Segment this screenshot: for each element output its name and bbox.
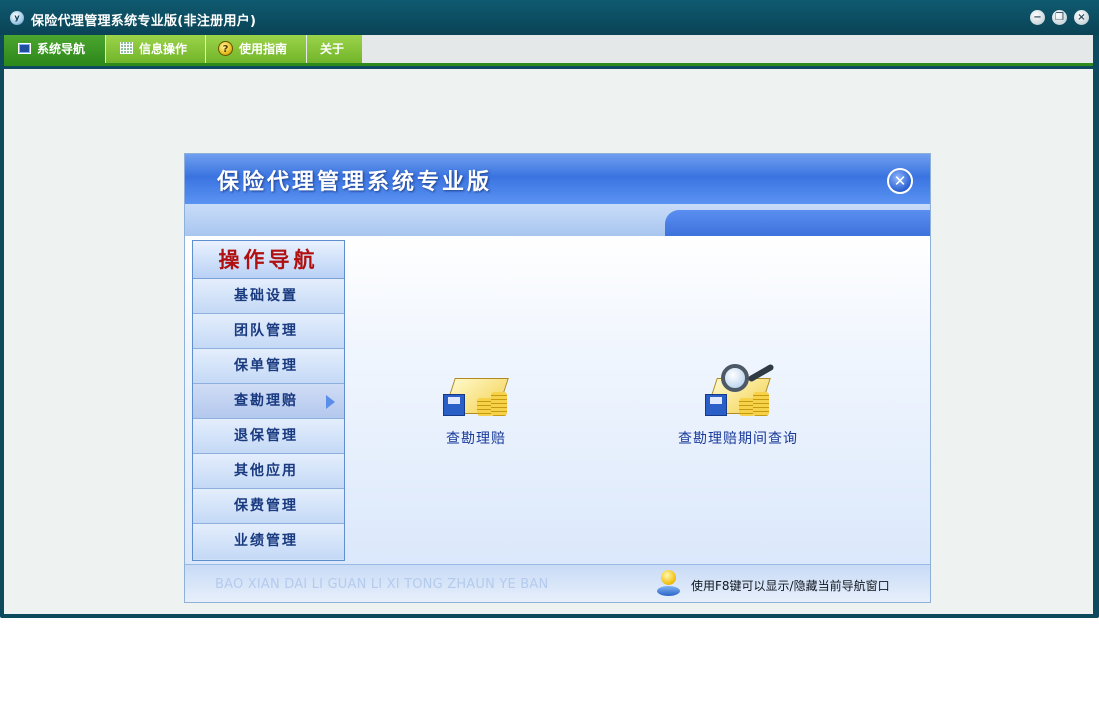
feature-claims[interactable]: 查勘理赔: [441, 364, 511, 448]
restore-button[interactable]: ❐: [1052, 10, 1067, 25]
help-icon: ?: [218, 40, 233, 56]
tab-info-operations[interactable]: 信息操作: [106, 35, 205, 63]
close-window-button[interactable]: ×: [1074, 10, 1089, 25]
grid-icon: [120, 42, 133, 54]
feature-label: 查勘理赔: [446, 431, 506, 447]
minimize-button[interactable]: −: [1030, 10, 1045, 25]
tab-label: 系统导航: [37, 42, 86, 56]
nav-item-surrender-management[interactable]: 退保管理: [193, 419, 344, 454]
nav-item-basic-settings[interactable]: 基础设置: [193, 279, 344, 314]
panel-body: 操作导航 基础设置 团队管理 保单管理 查勘理赔 退保管理 其他应用 保费管理 …: [185, 236, 930, 564]
footer-pinyin-watermark: BAO XIAN DAI LI GUAN LI XI TONG ZHAUN YE…: [215, 577, 549, 592]
panel-header: 保险代理管理系统专业版 ✕: [185, 154, 930, 204]
tab-label: 关于: [320, 42, 345, 56]
feature-label: 查勘理赔期间查询: [678, 431, 798, 447]
nav-item-performance-management[interactable]: 业绩管理: [193, 524, 344, 559]
nav-item-team-management[interactable]: 团队管理: [193, 314, 344, 349]
tab-about[interactable]: 关于: [307, 35, 362, 63]
tab-system-navigation[interactable]: 系统导航: [4, 35, 105, 63]
feature-claims-period-query[interactable]: 查勘理赔期间查询: [673, 363, 803, 448]
tab-label: 信息操作: [139, 42, 188, 56]
window-title: 保险代理管理系统专业版(非注册用户): [31, 14, 257, 29]
claims-book-icon: [441, 364, 511, 422]
lightbulb-icon: [657, 570, 680, 598]
title-bar[interactable]: y 保险代理管理系统专业版(非注册用户) − ❐ ×: [0, 0, 1099, 35]
nav-header: 操作导航: [193, 241, 344, 279]
nav-item-premium-management[interactable]: 保费管理: [193, 489, 344, 524]
menu-bar: 系统导航 信息操作 ? 使用指南 关于: [4, 35, 1093, 66]
claims-search-icon: [703, 363, 775, 422]
panel-band: [185, 204, 930, 236]
operation-nav: 操作导航 基础设置 团队管理 保单管理 查勘理赔 退保管理 其他应用 保费管理 …: [192, 240, 345, 561]
tab-label: 使用指南: [239, 42, 288, 56]
footer-tip: 使用F8键可以显示/隐藏当前导航窗口: [691, 579, 890, 593]
tab-user-guide[interactable]: ? 使用指南: [206, 35, 306, 63]
chevron-right-icon: [326, 395, 335, 409]
app-logo-icon: y: [10, 11, 24, 25]
panel-band-tab: [665, 210, 930, 236]
panel-close-button[interactable]: ✕: [887, 168, 913, 194]
nav-item-other-applications[interactable]: 其他应用: [193, 454, 344, 489]
nav-item-label: 查勘理赔: [234, 393, 298, 409]
nav-item-claims[interactable]: 查勘理赔: [193, 384, 344, 419]
monitor-icon: [18, 42, 31, 54]
panel-footer: BAO XIAN DAI LI GUAN LI XI TONG ZHAUN YE…: [185, 564, 930, 602]
nav-item-policy-management[interactable]: 保单管理: [193, 349, 344, 384]
panel-title: 保险代理管理系统专业版: [217, 170, 493, 195]
navigation-panel: 保险代理管理系统专业版 ✕ 操作导航 基础设置 团队管理 保单管理 查勘理赔 退…: [184, 153, 931, 603]
